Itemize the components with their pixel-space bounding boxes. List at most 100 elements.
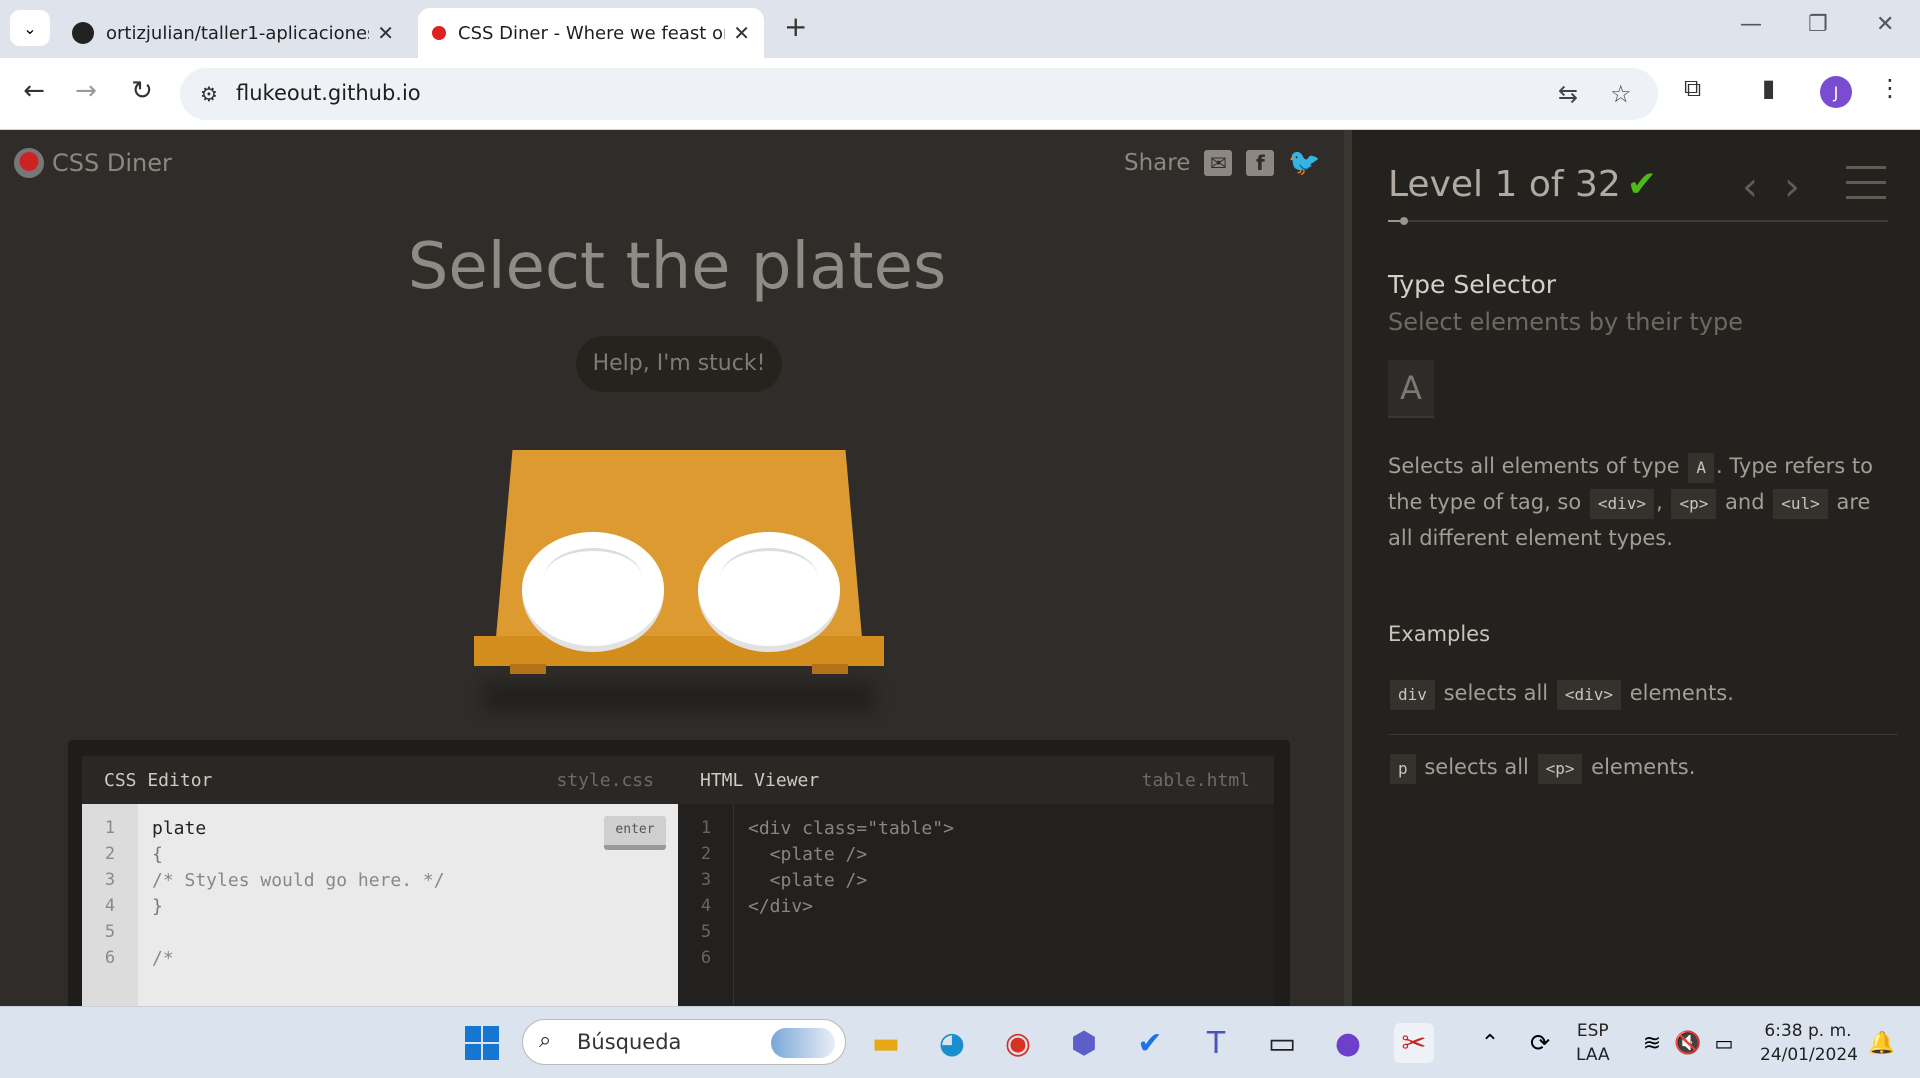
extensions-icon[interactable]: ⧉ [1684,74,1701,102]
chevron-up-icon[interactable]: ⌃ [1470,1023,1510,1063]
selector-description: Selects all elements of type A. Type ref… [1388,448,1898,556]
windows-start-icon[interactable] [462,1023,502,1063]
github-icon [72,22,94,44]
example-text: selects all [1443,681,1549,705]
language-indicator[interactable]: ESP LAA [1576,1019,1610,1067]
css-input[interactable]: plate [152,818,206,839]
desc-code: <div> [1589,489,1655,519]
plate[interactable] [698,532,840,652]
battery-icon[interactable]: ▭ [1704,1023,1744,1063]
html-line[interactable]: <plate /> [748,870,868,891]
desc-text: Selects all elements of type [1388,454,1680,478]
notification-bell-icon[interactable]: 🔔 [1862,1023,1902,1063]
line-number: 4 [700,896,712,916]
url-text[interactable]: flukeout.github.io [236,81,421,105]
table-edge [474,636,884,666]
enter-button[interactable]: enter [604,816,666,850]
close-icon[interactable]: ✕ [377,21,394,45]
email-icon[interactable]: ✉ [1204,150,1233,176]
clock[interactable]: 6:38 p. m. 24/01/2024 [1760,1019,1858,1067]
dining-table [474,450,884,712]
divider [1388,734,1898,735]
forward-arrow-icon[interactable]: → [68,76,104,106]
line-number: 1 [104,818,116,838]
code-line: /* [152,948,174,969]
window-close-icon[interactable]: ✕ [1876,12,1894,37]
code-line: /* Styles would go here. */ [152,870,445,891]
css-file-name: style.css [556,770,654,791]
new-tab-button[interactable]: + [784,10,807,43]
wifi-icon[interactable]: ≋ [1632,1023,1672,1063]
table-leg [510,664,546,674]
code-line: } [152,896,163,917]
level-text: Level 1 of 32 [1388,164,1621,205]
teams-icon[interactable]: T [1196,1023,1236,1063]
help-button[interactable]: Help, I'm stuck! [576,336,782,392]
level-menu-icon[interactable] [1846,166,1886,211]
copilot-icon[interactable]: ⬢ [1064,1023,1104,1063]
avatar[interactable]: J [1820,76,1852,108]
line-gutter: 1 2 3 4 5 6 [82,804,138,1006]
todo-icon[interactable]: ✔ [1130,1023,1170,1063]
time-text: 6:38 p. m. [1764,1021,1852,1041]
tab-title: CSS Diner - Where we feast on C [458,22,726,44]
restore-icon[interactable]: ❐ [1808,12,1828,37]
share-label: Share [1124,150,1191,176]
reload-icon[interactable]: ↻ [124,76,160,106]
chrome-icon[interactable]: ◉ [998,1023,1038,1063]
site-settings-icon[interactable]: ⚙ [200,82,218,106]
star-icon[interactable]: ☆ [1610,80,1632,108]
facebook-icon[interactable]: f [1246,150,1275,176]
taskbar-search[interactable]: ⌕ Búsqueda [522,1019,846,1065]
address-bar[interactable]: ⚙ flukeout.github.io ⇆ ☆ [180,68,1658,120]
line-number: 1 [700,818,712,838]
css-editor-label: CSS Editor [104,770,213,791]
kebab-menu-icon[interactable]: ⋮ [1878,74,1902,102]
side-panel-icon[interactable]: ▮ [1762,74,1775,102]
examples-title: Examples [1388,622,1491,646]
chevron-down-icon: ⌄ [23,18,37,38]
level-nav: ‹ › [1742,164,1800,210]
line-number: 4 [104,896,116,916]
terminal-icon[interactable]: ▭ [1262,1023,1302,1063]
minimize-icon[interactable]: — [1740,12,1762,37]
close-icon[interactable]: ✕ [733,21,750,45]
pane-divider[interactable] [1344,130,1352,1006]
volume-muted-icon[interactable]: 🔇 [1668,1023,1708,1063]
translate-icon[interactable]: ⇆ [1558,80,1578,108]
search-highlight-image [771,1028,835,1058]
edge-icon[interactable]: ◕ [932,1023,972,1063]
code-line: { [152,844,163,865]
browser-toolbar: ← → ↻ ⚙ flukeout.github.io ⇆ ☆ ⧉ ▮ J ⋮ [0,58,1920,130]
html-line[interactable]: <plate /> [748,844,868,865]
level-indicator: Level 1 of 32 ✔ [1388,164,1657,205]
github-desktop-icon[interactable]: ● [1328,1023,1368,1063]
share-bar: Share ✉ f 🐦 [1124,150,1321,176]
logo[interactable]: CSS Diner [14,148,172,178]
html-line[interactable]: <div class="table"> [748,818,954,839]
search-placeholder: Búsqueda [577,1030,682,1054]
search-icon: ⌕ [539,1028,552,1053]
css-editor[interactable]: 1 2 3 4 5 6 plate { /* Styles would go h… [82,804,678,1006]
tab-css-diner[interactable]: CSS Diner - Where we feast on C ✕ [418,8,764,58]
progress-dot [1400,217,1408,225]
previous-level-icon[interactable]: ‹ [1742,164,1758,210]
selector-subtitle: Select elements by their type [1388,308,1743,336]
editor-panel: CSS Editor style.css HTML Viewer table.h… [68,740,1290,1006]
line-number: 3 [104,870,116,890]
example-text: elements. [1591,755,1696,779]
snipping-tool-icon[interactable]: ✂ [1394,1023,1434,1063]
sync-icon[interactable]: ⟳ [1520,1023,1560,1063]
example-code: div [1390,680,1435,710]
keyboard-layout: LAA [1576,1045,1610,1065]
twitter-icon[interactable]: 🐦 [1288,150,1320,176]
next-level-icon[interactable]: › [1784,164,1800,210]
tab-github[interactable]: ortizjulian/taller1-aplicaciones ✕ [58,8,408,58]
plate[interactable] [522,532,664,652]
tab-search-button[interactable]: ⌄ [10,10,50,46]
back-arrow-icon[interactable]: ← [16,76,52,106]
table-shadow [484,682,874,712]
html-line[interactable]: </div> [748,896,813,917]
css-editor-header: CSS Editor style.css [82,756,678,804]
file-explorer-icon[interactable]: ▬ [866,1023,906,1063]
